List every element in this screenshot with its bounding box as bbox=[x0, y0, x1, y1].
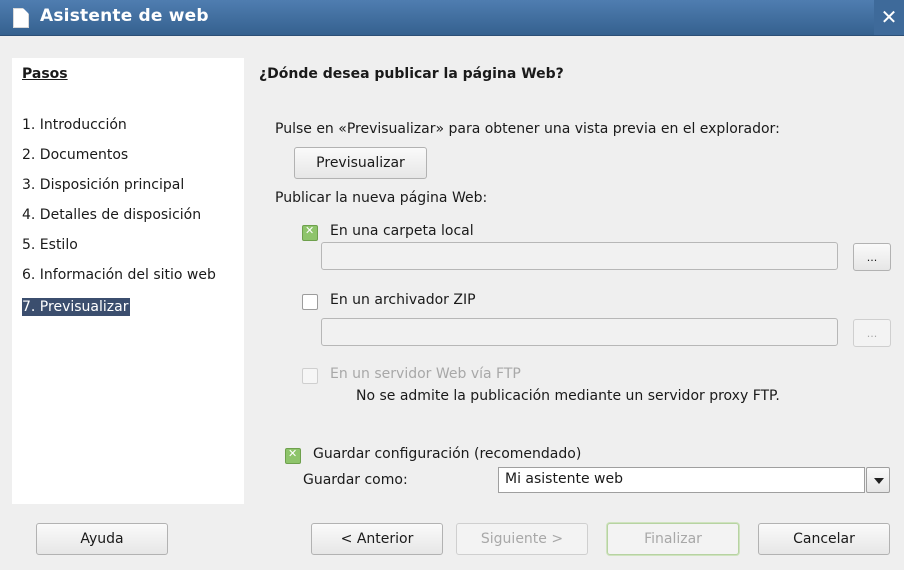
local-folder-label: En una carpeta local bbox=[330, 223, 474, 239]
close-button[interactable]: ✕ bbox=[874, 0, 904, 35]
zip-archive-browse-button[interactable]: ... bbox=[853, 319, 891, 347]
step-introduction[interactable]: 1. Introducción bbox=[22, 116, 127, 134]
local-folder-browse-button[interactable]: ... bbox=[853, 243, 891, 271]
window-title: Asistente de web bbox=[40, 6, 209, 26]
zip-archive-checkbox[interactable] bbox=[302, 294, 318, 310]
publish-label: Publicar la nueva página Web: bbox=[275, 190, 488, 206]
save-as-combo[interactable]: Mi asistente web bbox=[498, 467, 865, 493]
step-documents[interactable]: 2. Documentos bbox=[22, 146, 128, 164]
back-button[interactable]: < Anterior bbox=[311, 523, 443, 555]
cancel-button[interactable]: Cancelar bbox=[758, 523, 890, 555]
preview-hint: Pulse en «Previsualizar» para obtener un… bbox=[275, 121, 780, 137]
step-preview[interactable]: 7. Previsualizar bbox=[22, 298, 131, 316]
local-folder-checkbox[interactable] bbox=[302, 224, 318, 241]
save-settings-label: Guardar configuración (recomendado) bbox=[313, 446, 582, 462]
page-title: ¿Dónde desea publicar la página Web? bbox=[259, 66, 564, 82]
step-layout-details[interactable]: 4. Detalles de disposición bbox=[22, 206, 201, 224]
step-site-information[interactable]: 6. Información del sitio web bbox=[22, 266, 216, 284]
step-style[interactable]: 5. Estilo bbox=[22, 236, 78, 254]
finish-button[interactable]: Finalizar bbox=[607, 523, 739, 555]
document-icon bbox=[13, 8, 29, 28]
steps-heading: Pasos bbox=[22, 66, 68, 82]
preview-button[interactable]: Previsualizar bbox=[294, 147, 427, 179]
save-as-label: Guardar como: bbox=[303, 472, 408, 488]
next-button[interactable]: Siguiente > bbox=[456, 523, 588, 555]
save-settings-checkbox[interactable] bbox=[285, 447, 301, 464]
help-button[interactable]: Ayuda bbox=[36, 523, 168, 555]
local-folder-path-field[interactable] bbox=[321, 242, 838, 270]
ftp-server-label: En un servidor Web vía FTP bbox=[330, 366, 521, 382]
step-main-layout[interactable]: 3. Disposición principal bbox=[22, 176, 184, 194]
title-bar: Asistente de web ✕ bbox=[0, 0, 904, 36]
save-as-dropdown-icon[interactable] bbox=[866, 467, 890, 493]
ftp-server-checkbox[interactable] bbox=[302, 368, 318, 384]
steps-panel: Pasos 1. Introducción 2. Documentos 3. D… bbox=[12, 58, 244, 504]
zip-archive-label: En un archivador ZIP bbox=[330, 292, 476, 308]
zip-archive-path-field[interactable] bbox=[321, 318, 838, 346]
ftp-proxy-note: No se admite la publicación mediante un … bbox=[356, 388, 780, 404]
